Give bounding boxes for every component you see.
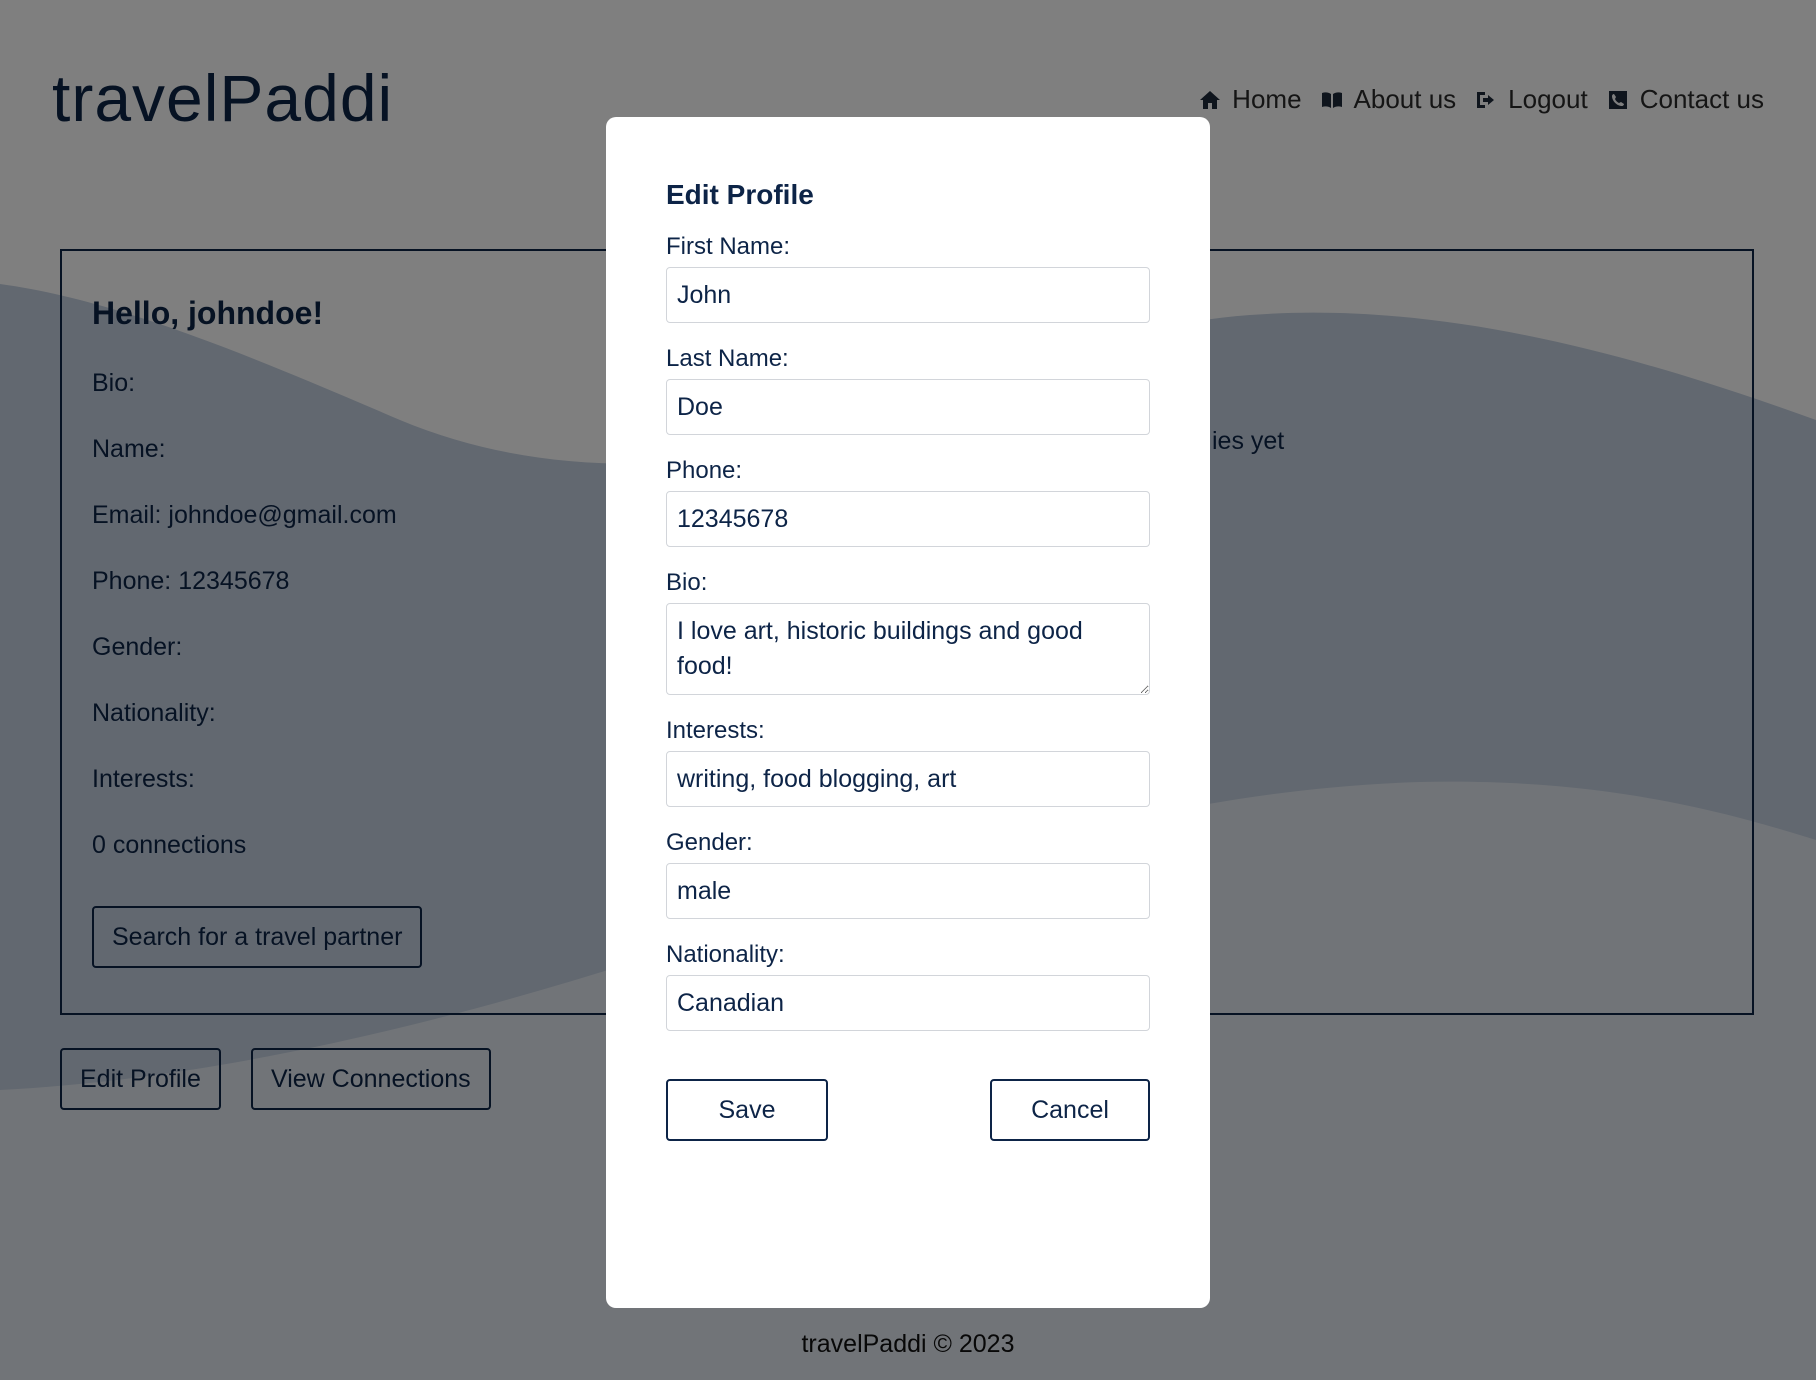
field-nationality: Nationality: bbox=[666, 941, 1150, 1031]
phone-input[interactable] bbox=[666, 491, 1150, 547]
field-phone: Phone: bbox=[666, 457, 1150, 547]
bio-textarea[interactable]: I love art, historic buildings and good … bbox=[666, 603, 1150, 695]
modal-title: Edit Profile bbox=[666, 179, 814, 210]
gender-label: Gender: bbox=[666, 829, 753, 856]
phone-label: Phone: bbox=[666, 457, 743, 484]
field-bio: Bio: I love art, historic buildings and … bbox=[666, 569, 1150, 695]
field-interests: Interests: bbox=[666, 717, 1150, 807]
field-gender: Gender: bbox=[666, 829, 1150, 919]
first-name-label: First Name: bbox=[666, 233, 791, 260]
field-last-name: Last Name: bbox=[666, 345, 1150, 435]
last-name-label: Last Name: bbox=[666, 345, 789, 372]
gender-input[interactable] bbox=[666, 863, 1150, 919]
last-name-input[interactable] bbox=[666, 379, 1150, 435]
field-first-name: First Name: bbox=[666, 233, 1150, 323]
interests-input[interactable] bbox=[666, 751, 1150, 807]
modal-actions: Save Cancel bbox=[666, 1079, 1150, 1141]
interests-label: Interests: bbox=[666, 717, 765, 744]
cancel-button[interactable]: Cancel bbox=[990, 1079, 1150, 1141]
edit-profile-modal: Edit Profile First Name: Last Name: Phon… bbox=[606, 117, 1210, 1308]
nationality-label: Nationality: bbox=[666, 941, 785, 968]
first-name-input[interactable] bbox=[666, 267, 1150, 323]
save-button[interactable]: Save bbox=[666, 1079, 828, 1141]
nationality-input[interactable] bbox=[666, 975, 1150, 1031]
bio-label: Bio: bbox=[666, 569, 708, 596]
